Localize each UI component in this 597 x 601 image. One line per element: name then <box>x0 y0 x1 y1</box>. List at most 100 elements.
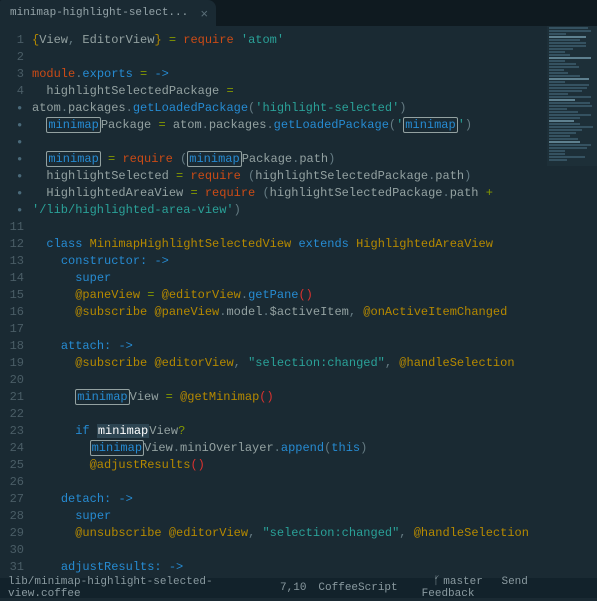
minimap-line <box>549 141 580 143</box>
minimap-line <box>549 156 585 158</box>
code-line[interactable]: attach: -> <box>32 338 597 355</box>
status-cursor-position[interactable]: 7,10 <box>280 582 306 594</box>
minimap-line <box>549 123 580 125</box>
line-number[interactable]: 27 <box>0 491 24 508</box>
branch-indicator[interactable]: ᚶmaster <box>434 576 483 588</box>
line-number[interactable]: 4 <box>0 83 24 100</box>
git-branch-icon: ᚶ <box>434 576 441 588</box>
line-number[interactable]: 13 <box>0 253 24 270</box>
minimap-line <box>549 63 576 65</box>
code-line[interactable] <box>32 372 597 389</box>
code-line[interactable]: if minimapView? <box>32 423 597 440</box>
code-line[interactable] <box>32 321 597 338</box>
code-line[interactable]: @paneView = @editorView.getPane() <box>32 287 597 304</box>
line-number[interactable]: ● <box>0 117 24 134</box>
minimap-line <box>549 60 565 62</box>
line-number[interactable]: 29 <box>0 525 24 542</box>
code-line[interactable]: @subscribe @editorView, "selection:chang… <box>32 355 597 372</box>
code-line[interactable] <box>32 474 597 491</box>
code-line[interactable]: @adjustResults() <box>32 457 597 474</box>
code-line[interactable]: constructor: -> <box>32 253 597 270</box>
line-number[interactable]: 21 <box>0 389 24 406</box>
status-grammar[interactable]: CoffeeScript <box>318 582 397 594</box>
code-line[interactable]: adjustResults: -> <box>32 559 597 576</box>
editor-pane[interactable]: 1234●●●●●●●11121314151617181920212223242… <box>0 26 597 578</box>
line-number[interactable]: 18 <box>0 338 24 355</box>
status-file-path: lib/minimap-highlight-selected-view.coff… <box>8 576 268 600</box>
line-number[interactable]: 16 <box>0 304 24 321</box>
minimap-line <box>549 147 587 149</box>
line-number[interactable]: 22 <box>0 406 24 423</box>
code-line[interactable]: super <box>32 270 597 287</box>
minimap-line <box>549 102 590 104</box>
line-number[interactable]: 14 <box>0 270 24 287</box>
code-line[interactable]: '/lib/highlighted-area-view') <box>32 202 597 219</box>
code-line[interactable]: highlightSelected = require (highlightSe… <box>32 168 597 185</box>
line-number[interactable]: 31 <box>0 559 24 576</box>
code-line[interactable]: super <box>32 508 597 525</box>
line-number[interactable]: 24 <box>0 440 24 457</box>
minimap-line <box>549 150 565 152</box>
code-line[interactable]: minimapPackage = atom.packages.getLoaded… <box>32 117 597 134</box>
minimap-line <box>549 126 593 128</box>
code-line[interactable]: minimapView.miniOverlayer.append(this) <box>32 440 597 457</box>
code-area[interactable]: {View, EditorView} = require 'atom' modu… <box>32 26 597 578</box>
line-number[interactable]: ● <box>0 202 24 219</box>
close-icon[interactable]: × <box>200 7 208 22</box>
minimap-line <box>549 117 580 119</box>
line-number[interactable]: 28 <box>0 508 24 525</box>
line-number[interactable]: 19 <box>0 355 24 372</box>
line-number[interactable]: 15 <box>0 287 24 304</box>
code-line[interactable] <box>32 49 597 66</box>
line-number[interactable]: ● <box>0 100 24 117</box>
line-number[interactable]: ● <box>0 185 24 202</box>
minimap-line <box>549 51 565 53</box>
minimap-line <box>549 57 591 59</box>
code-line[interactable]: module.exports = -> <box>32 66 597 83</box>
minimap-line <box>549 72 568 74</box>
line-number[interactable]: 1 <box>0 32 24 49</box>
minimap-line <box>549 48 573 50</box>
code-line[interactable] <box>32 542 597 559</box>
line-number[interactable]: 20 <box>0 372 24 389</box>
code-line[interactable]: class MinimapHighlightSelectedView exten… <box>32 236 597 253</box>
code-line[interactable]: @unsubscribe @editorView, "selection:cha… <box>32 525 597 542</box>
code-line[interactable]: @subscribe @paneView.model.$activeItem, … <box>32 304 597 321</box>
gutter: 1234●●●●●●●11121314151617181920212223242… <box>0 26 32 578</box>
line-number[interactable]: 12 <box>0 236 24 253</box>
tab-bar: minimap-highlight-select... × <box>0 0 597 26</box>
line-number[interactable]: ● <box>0 168 24 185</box>
minimap-line <box>549 78 589 80</box>
code-line[interactable]: HighlightedAreaView = require (highlight… <box>32 185 597 202</box>
code-line[interactable] <box>32 134 597 151</box>
minimap-line <box>549 66 579 68</box>
minimap-line <box>549 93 568 95</box>
line-number[interactable]: ● <box>0 134 24 151</box>
line-number[interactable]: 2 <box>0 49 24 66</box>
minimap-line <box>549 36 586 38</box>
line-number[interactable]: 25 <box>0 457 24 474</box>
line-number[interactable]: 23 <box>0 423 24 440</box>
code-line[interactable]: minimap = require (minimapPackage.path) <box>32 151 597 168</box>
code-line[interactable]: minimapView = @getMinimap() <box>32 389 597 406</box>
line-number[interactable]: 11 <box>0 219 24 236</box>
code-line[interactable]: highlightSelectedPackage = <box>32 83 597 100</box>
code-line[interactable] <box>32 406 597 423</box>
minimap-line <box>549 87 587 89</box>
line-number[interactable]: 17 <box>0 321 24 338</box>
line-number[interactable]: 3 <box>0 66 24 83</box>
minimap-line <box>549 42 586 44</box>
code-line[interactable]: detach: -> <box>32 491 597 508</box>
line-number[interactable]: ● <box>0 151 24 168</box>
minimap-line <box>549 69 564 71</box>
minimap-line <box>549 153 565 155</box>
code-line[interactable]: {View, EditorView} = require 'atom' <box>32 32 597 49</box>
file-tab[interactable]: minimap-highlight-select... × <box>0 0 216 26</box>
minimap[interactable] <box>547 26 597 166</box>
tab-title: minimap-highlight-select... <box>10 7 188 19</box>
code-line[interactable] <box>32 219 597 236</box>
minimap-line <box>549 132 576 134</box>
line-number[interactable]: 30 <box>0 542 24 559</box>
line-number[interactable]: 26 <box>0 474 24 491</box>
code-line[interactable]: atom.packages.getLoadedPackage('highligh… <box>32 100 597 117</box>
